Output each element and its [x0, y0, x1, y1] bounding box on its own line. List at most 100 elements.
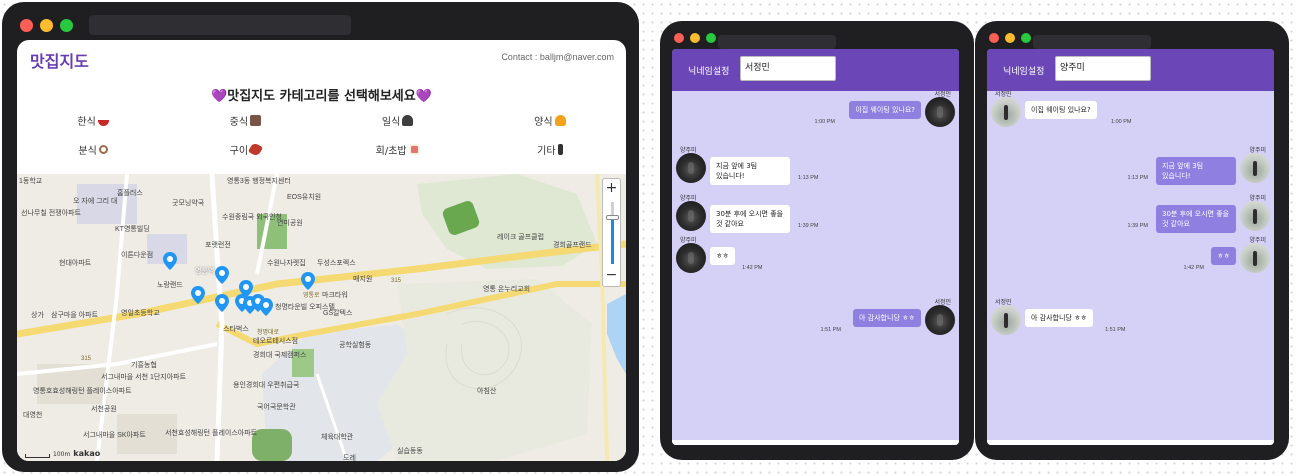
- map-label: 선나무칠 전쟁아파트: [21, 210, 81, 217]
- map-label: 국어국문학관: [257, 404, 296, 411]
- bottle-icon: [557, 143, 563, 155]
- category-button[interactable]: 한식: [17, 112, 169, 128]
- chat-input-bar[interactable]: [672, 440, 959, 445]
- message-bubble: 지금 앞에 3팀 있습니다!: [710, 157, 790, 185]
- map-base-layer: [17, 174, 626, 461]
- map-label: 경희골프랜드: [553, 242, 592, 249]
- map-label: 기흥농협: [131, 362, 157, 369]
- meat-icon: [248, 141, 264, 157]
- message-timestamp: 1:42 PM: [742, 265, 763, 271]
- map-app-window: 맛집지도 Contact : balljm@naver.com 💜맛집지도 카테…: [2, 2, 639, 472]
- message-timestamp: 1:00 PM: [1111, 119, 1132, 125]
- message-timestamp: 1:13 PM: [798, 175, 819, 181]
- avatar[interactable]: [1240, 201, 1270, 231]
- restaurant-map-pin[interactable]: [301, 272, 315, 290]
- category-button[interactable]: 회/초밥: [322, 141, 474, 157]
- map-label: 영통3동 행정복지센터: [227, 178, 291, 185]
- hill-area: [377, 279, 592, 461]
- map-label: 오 자에 그리 대: [73, 198, 118, 205]
- close-window-button[interactable]: [20, 19, 33, 32]
- minimize-window-button[interactable]: [1005, 33, 1015, 43]
- stadium: [252, 429, 292, 461]
- map-label: 용인경희대 우편취급국: [233, 382, 300, 389]
- avatar[interactable]: [991, 97, 1021, 127]
- road-name-label: 영통로: [303, 293, 320, 299]
- message-timestamp: 1:42 PM: [1183, 265, 1204, 271]
- map-label: 영일초등학교: [121, 310, 160, 317]
- avatar[interactable]: [1240, 153, 1270, 183]
- sushi-roll-icon: [408, 143, 420, 155]
- message-timestamp: 1:51 PM: [820, 327, 841, 333]
- brand-logo[interactable]: 맛집지도: [30, 48, 89, 72]
- window-controls: [989, 33, 1031, 43]
- message-bubble: ㅎㅎ: [1211, 247, 1236, 265]
- map-label: 영통 온누리교회: [483, 286, 531, 293]
- category-label: 중식: [229, 116, 249, 128]
- restaurant-map-pin[interactable]: [215, 294, 229, 312]
- chat-screen: 닉네임설정 양주미 서정민 이집 웨이팅 있나요? 1:00 PM 양주미 지금 앞에 …: [987, 49, 1274, 445]
- map-label: 상가: [31, 312, 44, 319]
- restaurant-map-pin[interactable]: [191, 286, 205, 304]
- avatar[interactable]: [676, 153, 706, 183]
- category-grid: 한식 중식 일식 양식분식 구이 회/초밥 기타: [17, 112, 626, 157]
- window-controls: [20, 19, 73, 32]
- road-name-label: 청명대로: [257, 330, 280, 336]
- contact-email: Contact : balljm@naver.com: [501, 52, 614, 62]
- nickname-input[interactable]: 양주미: [1055, 56, 1151, 81]
- chat-window-b: 닉네임설정 양주미 서정민 이집 웨이팅 있나요? 1:00 PM 양주미 지금 앞에 …: [975, 21, 1289, 460]
- category-button[interactable]: 구이: [169, 141, 321, 157]
- avatar[interactable]: [1240, 243, 1270, 273]
- minimize-window-button[interactable]: [690, 33, 700, 43]
- avatar[interactable]: [676, 243, 706, 273]
- nickname-label: 닉네임설정: [1003, 67, 1045, 77]
- zoom-slider-handle[interactable]: [606, 215, 619, 220]
- nickname-input[interactable]: 서정민: [740, 56, 836, 81]
- map-label: 레이크 골프클럽: [497, 234, 545, 241]
- browser-tab-bar: [718, 35, 836, 49]
- map-label: 도레: [343, 455, 356, 461]
- category-button[interactable]: 중식: [169, 112, 321, 128]
- message-bubble: 30분 후에 오시면 좋을 것 같아요: [1156, 205, 1236, 233]
- map-label: 마크타워: [322, 292, 348, 299]
- avatar[interactable]: [991, 305, 1021, 335]
- maximize-window-button[interactable]: [706, 33, 716, 43]
- map-label: 굿모닝약국: [172, 200, 205, 207]
- message-timestamp: 1:00 PM: [814, 119, 835, 125]
- browser-tab-bar: [89, 15, 351, 35]
- map-provider-logo: kakao: [73, 449, 101, 458]
- category-button[interactable]: 일식: [322, 112, 474, 128]
- avatar[interactable]: [925, 97, 955, 127]
- map-label: 영통역: [195, 268, 215, 275]
- road-number-label: 315: [81, 356, 92, 362]
- map-view[interactable]: 1동학교 홈플러스 영통3동 행정복지센터 EOS유치원 선나무칠 전쟁아파트 …: [17, 174, 626, 461]
- message-bubble: 이집 웨이팅 있나요?: [849, 101, 921, 119]
- close-window-button[interactable]: [989, 33, 999, 43]
- category-label: 한식: [77, 116, 96, 128]
- scale-label: 100m: [53, 451, 71, 458]
- zoom-out-button[interactable]: −: [603, 266, 620, 286]
- map-label: 테오르테시스점: [253, 338, 299, 345]
- zoom-in-button[interactable]: +: [603, 179, 620, 199]
- avatar[interactable]: [676, 201, 706, 231]
- message-bubble: 아 감사합니당 ㅎㅎ: [853, 309, 921, 327]
- map-label: 아침산: [477, 388, 497, 395]
- road-number-label: 315: [391, 278, 402, 284]
- minimize-window-button[interactable]: [40, 19, 53, 32]
- category-label: 구이: [229, 145, 249, 157]
- close-window-button[interactable]: [674, 33, 684, 43]
- map-label: 공학실험동: [339, 342, 372, 349]
- category-button[interactable]: 분식: [17, 141, 169, 157]
- category-button[interactable]: 양식: [474, 112, 626, 128]
- avatar[interactable]: [925, 305, 955, 335]
- chat-screen: 닉네임설정 서정민 서정민 이집 웨이팅 있나요? 1:00 PM 양주미 지금 앞에 …: [672, 49, 959, 445]
- chat-input-bar[interactable]: [987, 440, 1274, 445]
- restaurant-map-pin[interactable]: [215, 266, 229, 284]
- scale-bar: [25, 454, 50, 458]
- maximize-window-button[interactable]: [60, 19, 73, 32]
- category-button[interactable]: 기타: [474, 141, 626, 157]
- map-label: 삼구마을 아파트: [51, 312, 99, 319]
- map-scale: 100m kakao: [25, 449, 100, 458]
- restaurant-map-pin[interactable]: [163, 252, 177, 270]
- maximize-window-button[interactable]: [1021, 33, 1031, 43]
- restaurant-map-pin[interactable]: [259, 298, 273, 316]
